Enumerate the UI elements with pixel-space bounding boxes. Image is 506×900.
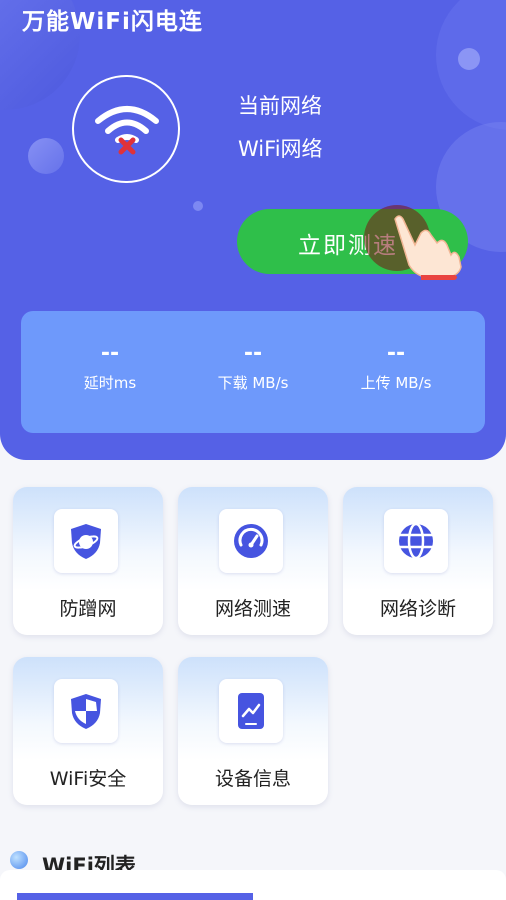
feature-label: 设备信息 <box>214 768 291 790</box>
wifi-status-circle <box>72 75 180 183</box>
feature-icon-box <box>54 679 118 743</box>
feature-label: 网络诊断 <box>379 598 456 620</box>
stat-download: -- 下载 MB/s <box>183 311 323 393</box>
decor-bubble <box>28 138 64 174</box>
latency-label: 延时ms <box>83 374 137 392</box>
header-panel: 万能WiFi闪电连 当前网络 WiFi网络 立即测速 -- 延时ms -- 下载… <box>0 0 506 460</box>
app-title: 万能WiFi闪电连 <box>22 9 203 35</box>
feature-label: 网络测速 <box>214 598 291 620</box>
feature-speed-test[interactable]: 网络测速 <box>178 487 328 635</box>
feature-wifi-security[interactable]: WiFi安全 <box>13 657 163 805</box>
wifi-disconnected-icon <box>95 106 159 155</box>
download-value: -- <box>243 341 263 366</box>
stat-upload: -- 上传 MB/s <box>326 311 466 393</box>
security-shield-icon <box>71 694 101 729</box>
upload-label: 上传 MB/s <box>360 374 432 392</box>
wifi-list-item-bar[interactable] <box>17 893 253 900</box>
download-label: 下载 MB/s <box>217 374 289 392</box>
feature-anti-leech[interactable]: 防蹭网 <box>13 487 163 635</box>
upload-value: -- <box>386 341 406 366</box>
decor-bubble <box>193 201 203 211</box>
stat-latency: -- 延时ms <box>40 311 180 393</box>
latency-value: -- <box>100 341 120 366</box>
stats-panel: -- 延时ms -- 下载 MB/s -- 上传 MB/s <box>21 311 485 433</box>
decor-bubble <box>458 48 480 70</box>
feature-device-info[interactable]: 设备信息 <box>178 657 328 805</box>
shield-planet-icon <box>71 524 101 559</box>
globe-icon <box>399 522 433 560</box>
feature-label: 防蹭网 <box>59 598 117 620</box>
network-status-label: 当前网络 <box>238 94 322 118</box>
feature-icon-box <box>219 679 283 743</box>
feature-icon-box <box>219 509 283 573</box>
feature-label: WiFi安全 <box>49 768 127 790</box>
speedometer-icon <box>234 524 268 558</box>
feature-icon-box <box>54 509 118 573</box>
feature-network-diagnosis[interactable]: 网络诊断 <box>343 487 493 635</box>
device-chart-icon <box>238 693 264 729</box>
network-name: WiFi网络 <box>238 137 323 161</box>
tap-hand-icon <box>364 205 462 280</box>
section-dot-icon <box>10 851 28 869</box>
feature-icon-box <box>384 509 448 573</box>
